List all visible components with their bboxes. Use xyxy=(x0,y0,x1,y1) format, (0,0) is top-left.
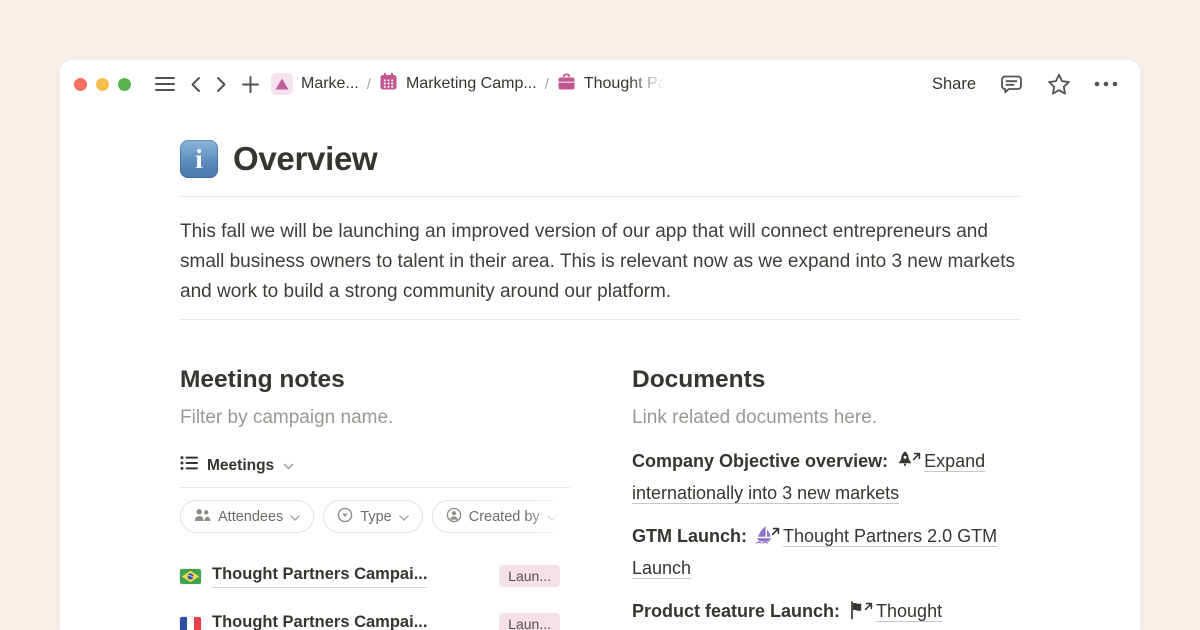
document-item: GTM Launch:Thought Partners 2.0 GTM Laun… xyxy=(632,521,1020,584)
sailboat-icon xyxy=(754,524,776,544)
people-icon xyxy=(194,508,211,526)
list-view-icon xyxy=(180,455,198,476)
filter-chip-type[interactable]: Type xyxy=(323,500,422,533)
traffic-lights xyxy=(74,78,131,91)
calendar-icon xyxy=(379,72,398,96)
status-badge: Laun... xyxy=(499,565,560,587)
filter-chip-created-by[interactable]: Created by xyxy=(432,500,570,533)
person-icon xyxy=(446,507,462,527)
minimize-button[interactable] xyxy=(96,78,109,91)
filter-chips-row: Attendees Type xyxy=(180,500,570,533)
meeting-notes-column: Meeting notes Filter by campaign name. M… xyxy=(180,366,570,630)
breadcrumb-separator: / xyxy=(545,76,549,93)
filter-chip-attendees[interactable]: Attendees xyxy=(180,500,314,533)
breadcrumb-item-thought-partners[interactable]: Thought Pa xyxy=(557,73,666,96)
documents-heading: Documents xyxy=(632,366,1020,394)
topbar-actions: Share xyxy=(932,72,1118,96)
page-content: i Overview This fall we will be launchin… xyxy=(180,108,1020,630)
information-emoji-icon[interactable]: i xyxy=(180,140,218,178)
black-flag-icon xyxy=(847,599,869,619)
breadcrumb-item-workspace[interactable]: Marke... xyxy=(271,73,359,95)
meeting-title: Thought Partners Campai... xyxy=(212,565,427,588)
page-title-row: i Overview xyxy=(180,140,1020,178)
chevron-down-icon xyxy=(547,509,557,525)
breadcrumb-label: Marke... xyxy=(301,75,359,93)
page-title: Overview xyxy=(233,140,377,178)
breadcrumb-item-marketing-campaigns[interactable]: Marketing Camp... xyxy=(379,72,537,96)
breadcrumb-label: Thought Pa xyxy=(584,75,666,93)
meetings-view-label: Meetings xyxy=(207,457,274,475)
sidebar-menu-icon[interactable] xyxy=(155,76,175,92)
favorite-star-icon[interactable] xyxy=(1047,73,1071,96)
notion-window: Marke... / Marketing Camp... / Thought P… xyxy=(60,60,1140,630)
nav-controls xyxy=(155,76,259,93)
filter-chip-label: Type xyxy=(360,509,391,525)
status-badge: Laun... xyxy=(499,613,560,630)
intro-paragraph: This fall we will be launching an improv… xyxy=(180,217,1020,307)
select-icon xyxy=(337,507,353,527)
meeting-row[interactable]: Thought Partners Campai... Laun... xyxy=(180,555,570,597)
share-button[interactable]: Share xyxy=(932,75,976,94)
chevron-down-icon xyxy=(399,509,409,525)
triangle-page-icon xyxy=(271,73,293,95)
zoom-button[interactable] xyxy=(118,78,131,91)
briefcase-icon xyxy=(557,73,576,96)
breadcrumb-separator: / xyxy=(367,76,371,93)
documents-subheading: Link related documents here. xyxy=(632,407,1020,429)
comments-icon[interactable] xyxy=(999,72,1024,96)
meeting-notes-heading: Meeting notes xyxy=(180,366,570,394)
close-button[interactable] xyxy=(74,78,87,91)
filter-chip-label: Attendees xyxy=(218,509,283,525)
breadcrumb: Marke... / Marketing Camp... / Thought P… xyxy=(271,72,666,96)
breadcrumb-label: Marketing Camp... xyxy=(406,75,537,93)
chevron-down-icon xyxy=(283,457,294,475)
meeting-row[interactable]: Thought Partners Campai... Laun... xyxy=(180,603,570,630)
divider xyxy=(180,196,1020,197)
france-flag-icon xyxy=(180,617,201,630)
rocket-icon xyxy=(895,449,917,469)
divider xyxy=(180,487,570,488)
document-item: Product feature Launch: Thought xyxy=(632,596,1020,628)
document-label: Product feature Launch: xyxy=(632,601,840,621)
back-icon[interactable] xyxy=(190,76,201,93)
forward-icon[interactable] xyxy=(216,76,227,93)
filter-chip-label: Created by xyxy=(469,509,540,525)
chevron-down-icon xyxy=(290,509,300,525)
meeting-title: Thought Partners Campai... xyxy=(212,613,427,630)
divider xyxy=(180,319,1020,320)
document-label: Company Objective overview: xyxy=(632,451,888,471)
more-options-icon[interactable] xyxy=(1094,81,1118,87)
document-label: GTM Launch: xyxy=(632,526,747,546)
window-titlebar: Marke... / Marketing Camp... / Thought P… xyxy=(60,60,1140,108)
documents-column: Documents Link related documents here. C… xyxy=(632,366,1020,630)
document-link[interactable]: Thought xyxy=(876,601,942,621)
new-page-icon[interactable] xyxy=(242,76,259,93)
meetings-list: Thought Partners Campai... Laun... Thoug… xyxy=(180,555,570,630)
document-item: Company Objective overview:Expand intern… xyxy=(632,446,1020,509)
two-column-layout: Meeting notes Filter by campaign name. M… xyxy=(180,366,1020,630)
brazil-flag-icon xyxy=(180,569,201,584)
meetings-view-tab[interactable]: Meetings xyxy=(180,455,570,476)
meeting-notes-subheading: Filter by campaign name. xyxy=(180,407,570,429)
